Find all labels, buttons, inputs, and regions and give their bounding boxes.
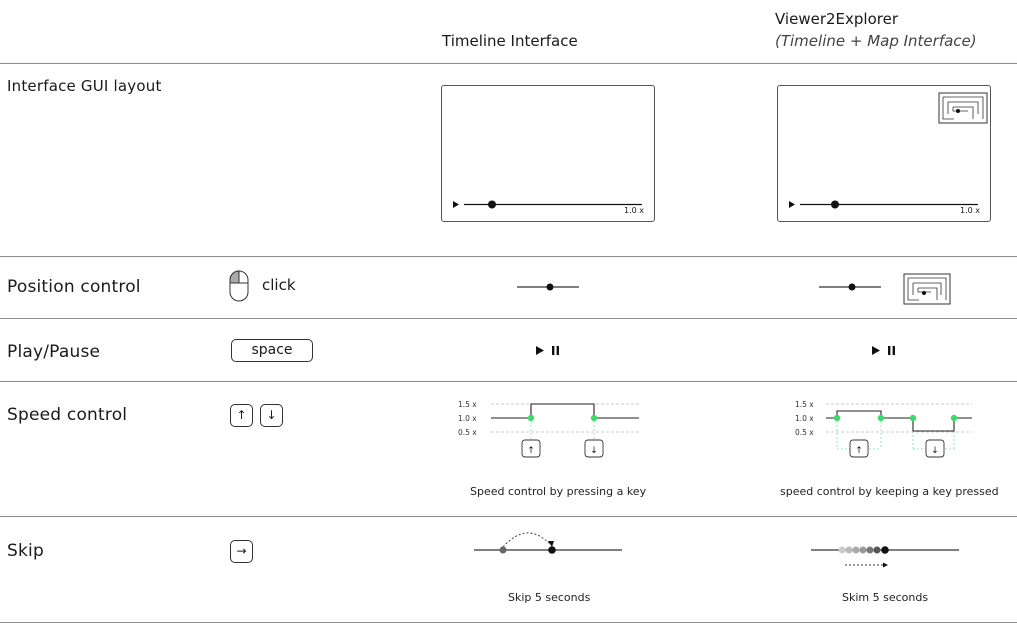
explorer-gui-controls <box>789 92 988 209</box>
play-icon <box>789 201 795 208</box>
explorer-gui-mockup: 1.0 x <box>777 85 991 222</box>
play-icon <box>872 346 880 355</box>
pause-icon <box>552 346 555 355</box>
divider-playpause <box>0 381 1017 382</box>
explorer-speed-diagram: 1.5 x 1.0 x 0.5 x ↑ ↓ <box>795 400 972 458</box>
divider-gui <box>0 256 1017 257</box>
timeline-handle <box>831 200 839 209</box>
divider-position <box>0 318 1017 319</box>
row-label-position-control: Position control <box>7 277 141 297</box>
speed-level-label: 0.5 x <box>795 428 814 437</box>
viewer2explorer-subtitle: (Timeline + Map Interface) <box>775 32 977 50</box>
row-label-gui-layout: Interface GUI layout <box>7 77 162 95</box>
divider-skip <box>0 622 1017 623</box>
row-label-skip: Skip <box>7 541 44 561</box>
svg-text:↑: ↑ <box>855 446 863 456</box>
timeline-handle <box>488 200 496 209</box>
speed-level-label: 1.5 x <box>795 400 814 409</box>
speed-level-label: 0.5 x <box>458 428 477 437</box>
mouse-left-click-icon <box>229 270 249 302</box>
divider-speed <box>0 516 1017 517</box>
explorer-position-minimap-icon <box>903 273 951 305</box>
pause-icon <box>888 346 891 355</box>
row-label-speed-control: Speed control <box>7 405 128 425</box>
click-label: click <box>262 276 296 294</box>
explorer-skim-diagram <box>811 546 959 568</box>
space-key: space <box>231 339 313 362</box>
explorer-position-slider <box>819 283 881 291</box>
explorer-skim-caption: Skim 5 seconds <box>842 591 929 604</box>
timeline-skip-caption: Skip 5 seconds <box>508 591 591 604</box>
timeline-speed-caption: Speed control by pressing a key <box>470 485 647 498</box>
svg-text:↑: ↑ <box>527 446 535 456</box>
play-icon <box>453 201 459 208</box>
speed-level-label: 1.0 x <box>458 414 477 423</box>
timeline-gui-controls <box>453 200 642 209</box>
timeline-position-slider <box>517 283 579 291</box>
timeline-gui-speed-label: 1.0 x <box>624 206 644 215</box>
row-label-play-pause: Play/Pause <box>7 342 101 362</box>
timeline-skip-diagram <box>474 532 622 554</box>
minimap-icon <box>938 92 988 124</box>
explorer-speed-caption: speed control by keeping a key pressed <box>780 485 999 498</box>
viewer2explorer-title: Viewer2Explorer <box>775 10 898 28</box>
explorer-gui-speed-label: 1.0 x <box>960 206 980 215</box>
right-arrow-key: → <box>230 540 253 563</box>
speed-level-label: 1.0 x <box>795 414 814 423</box>
timeline-speed-diagram: 1.5 x 1.0 x 0.5 x ↑ ↓ <box>458 400 639 458</box>
explorer-play-pause-icons <box>872 346 895 355</box>
timeline-interface-title: Timeline Interface <box>442 32 578 50</box>
down-arrow-key: ↓ <box>260 404 283 427</box>
speed-level-label: 1.5 x <box>458 400 477 409</box>
divider-header <box>0 63 1017 64</box>
svg-text:↓: ↓ <box>931 446 939 456</box>
svg-text:↓: ↓ <box>590 446 598 456</box>
timeline-play-pause-icons <box>536 346 559 355</box>
up-arrow-key: ↑ <box>230 404 253 427</box>
timeline-gui-mockup: 1.0 x <box>441 85 655 222</box>
play-icon <box>536 346 544 355</box>
